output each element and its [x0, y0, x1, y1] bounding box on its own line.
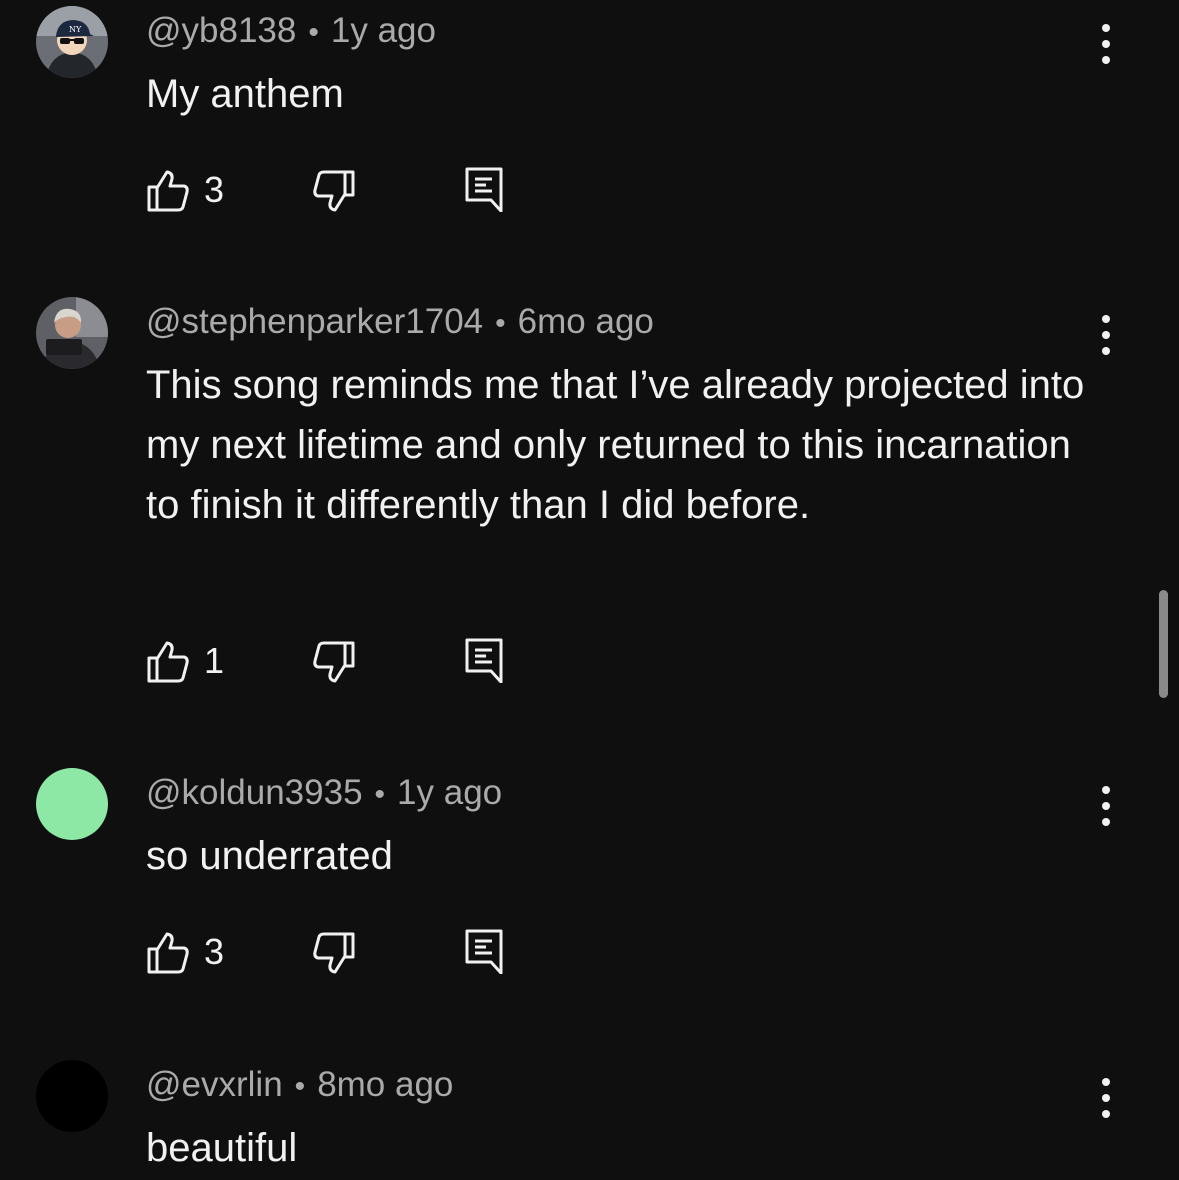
comment-text: beautiful: [146, 1126, 298, 1170]
reply-comment-icon: [465, 167, 503, 212]
like-button[interactable]: 3: [146, 166, 256, 216]
comment-time[interactable]: 1y ago: [331, 11, 436, 50]
thumbs-up-icon: [147, 641, 189, 683]
comment-author[interactable]: @yb8138: [146, 11, 296, 50]
comment-actions: 3: [146, 928, 546, 978]
avatar-image: NY: [36, 6, 108, 78]
comment-actions: 1: [146, 637, 546, 687]
reply-button[interactable]: [464, 637, 508, 687]
meta-separator: •: [308, 16, 319, 49]
meta-separator: •: [294, 1070, 306, 1103]
like-button[interactable]: 3: [146, 928, 256, 978]
dislike-button[interactable]: [312, 637, 360, 687]
comment-time[interactable]: 6mo ago: [518, 302, 654, 341]
reply-comment-icon: [465, 638, 503, 683]
reply-comment-icon: [465, 929, 503, 974]
svg-text:NY: NY: [69, 25, 82, 34]
comment-author[interactable]: @evxrlin: [146, 1065, 283, 1104]
thumbs-down-icon: [313, 932, 355, 974]
comment-meta: @yb8138 • 1y ago: [146, 8, 436, 56]
comment-author[interactable]: @stephenparker1704: [146, 302, 483, 341]
more-vertical-icon[interactable]: [1088, 784, 1124, 828]
comment-text: My anthem: [146, 72, 344, 116]
comment-time[interactable]: 8mo ago: [317, 1065, 453, 1104]
reply-button[interactable]: [464, 166, 508, 216]
meta-separator: •: [495, 307, 506, 340]
thumbs-down-icon: [313, 641, 355, 683]
scrollbar-thumb[interactable]: [1159, 590, 1168, 698]
thumbs-up-icon: [147, 170, 189, 212]
avatar-image: [36, 297, 108, 369]
more-vertical-icon[interactable]: [1088, 313, 1124, 357]
avatar[interactable]: [36, 768, 108, 840]
like-count: 3: [204, 931, 225, 972]
thumbs-down-icon: [313, 170, 355, 212]
comment-meta: @koldun3935 • 1y ago: [146, 770, 502, 818]
comment-text: This song reminds me that I’ve already p…: [146, 363, 1085, 527]
like-count: 3: [204, 169, 225, 210]
avatar[interactable]: NY: [36, 6, 108, 78]
comment-author[interactable]: @koldun3935: [146, 773, 363, 812]
more-vertical-icon[interactable]: [1088, 22, 1124, 66]
dislike-button[interactable]: [312, 928, 360, 978]
like-count: 1: [204, 640, 225, 681]
comment-meta: @evxrlin • 8mo ago: [146, 1062, 453, 1110]
avatar[interactable]: [36, 297, 108, 369]
avatar[interactable]: [36, 1060, 108, 1132]
comment-text: so underrated: [146, 834, 393, 878]
more-vertical-icon[interactable]: [1088, 1076, 1124, 1120]
comment-meta: @stephenparker1704 • 6mo ago: [146, 299, 654, 347]
thumbs-up-icon: [147, 932, 189, 974]
reply-button[interactable]: [464, 928, 508, 978]
meta-separator: •: [374, 778, 386, 811]
comment-actions: 3: [146, 166, 546, 216]
like-button[interactable]: 1: [146, 637, 256, 687]
dislike-button[interactable]: [312, 166, 360, 216]
comment-time[interactable]: 1y ago: [397, 773, 502, 812]
